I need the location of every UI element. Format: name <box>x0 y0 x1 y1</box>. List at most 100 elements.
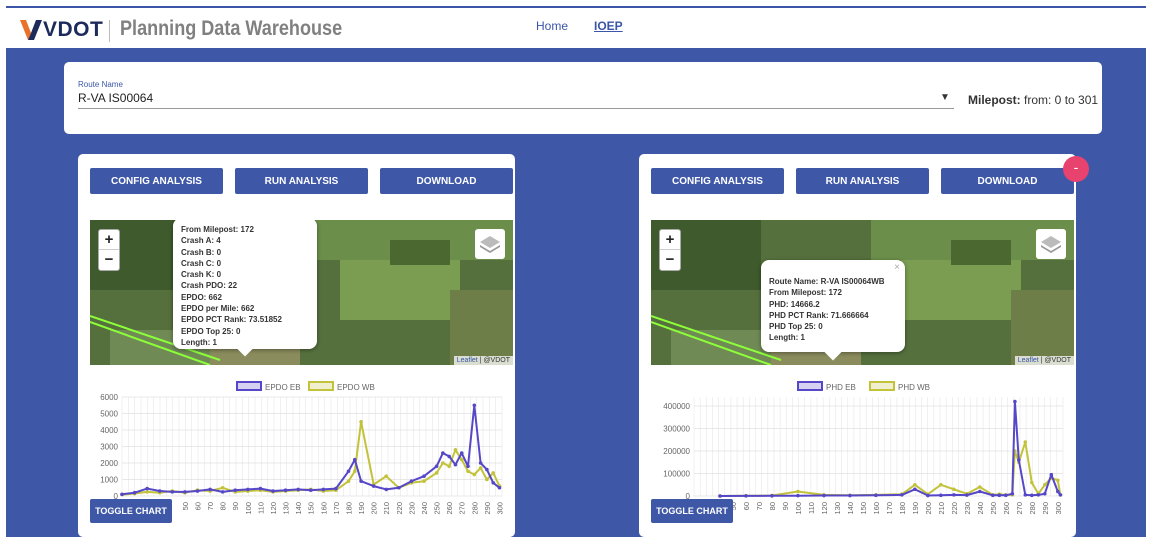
data-point <box>978 485 982 489</box>
popup-line: Length: 1 <box>769 333 805 343</box>
nav-ioep-link[interactable]: IOEP <box>594 19 623 33</box>
popup-line: EPDO Top 25: 0 <box>181 326 241 336</box>
zoom-out-button[interactable]: − <box>660 250 680 270</box>
y-tick-label: 1000 <box>100 476 118 485</box>
x-tick-label: 240 <box>976 502 985 515</box>
x-tick-label: 90 <box>781 502 790 510</box>
popup-line: EPDO: 662 <box>181 292 222 302</box>
data-point <box>997 493 1002 498</box>
data-point <box>1036 493 1041 497</box>
nav-home-link[interactable]: Home <box>536 19 568 33</box>
close-icon[interactable]: × <box>894 262 900 273</box>
leaflet-link[interactable]: Leaflet <box>1018 357 1039 364</box>
run-analysis-button[interactable]: RUN ANALYSIS <box>796 168 929 194</box>
map-attribution: Leaflet | @VDOT <box>453 356 513 365</box>
data-point <box>397 485 401 490</box>
data-point <box>447 454 451 459</box>
data-point <box>952 487 956 492</box>
x-tick-label: 120 <box>820 502 829 515</box>
leaflet-link[interactable]: Leaflet <box>457 357 478 364</box>
collapse-fab-button[interactable]: - <box>1063 156 1089 182</box>
map-attribution: Leaflet | @VDOT <box>1014 356 1074 365</box>
vdot-logo-icon <box>20 20 42 40</box>
popup-line: Crash PDO: 22 <box>181 281 238 291</box>
series-line <box>719 441 1062 497</box>
data-point <box>1030 493 1034 498</box>
map-view[interactable]: + − Leaflet | @VDOT From Milepost: 172 C… <box>90 220 513 365</box>
data-point <box>848 493 852 498</box>
analysis-panel-phd: CONFIG ANALYSIS RUN ANALYSIS DOWNLOAD + … <box>639 154 1076 537</box>
layers-button[interactable] <box>1036 229 1066 259</box>
data-point <box>271 489 275 493</box>
x-tick-label: 290 <box>483 502 492 515</box>
data-point <box>952 493 956 497</box>
x-tick-label: 120 <box>269 502 278 515</box>
popup-line: Route Name: R-VA IS00064WB <box>769 277 885 286</box>
x-tick-label: 50 <box>181 502 190 510</box>
popup-line: PHD: 14666.2 <box>769 299 820 309</box>
data-point <box>346 469 351 474</box>
x-tick-label: 300 <box>495 502 504 515</box>
x-tick-label: 200 <box>924 502 933 515</box>
attribution-text: | @VDOT <box>477 357 510 364</box>
x-tick-label: 180 <box>344 502 353 515</box>
layers-button[interactable] <box>475 229 505 259</box>
header-separator <box>109 20 110 42</box>
data-point <box>472 403 477 408</box>
route-name-select[interactable]: R-VA IS00064 <box>78 91 153 105</box>
x-tick-label: 190 <box>357 502 366 515</box>
data-point <box>874 493 878 498</box>
data-point <box>183 490 187 494</box>
y-tick-label: 200000 <box>663 447 690 456</box>
popup-spacer <box>769 266 897 276</box>
data-point <box>434 464 439 469</box>
run-analysis-button[interactable]: RUN ANALYSIS <box>235 168 368 194</box>
data-point <box>352 457 357 462</box>
x-tick-label: 110 <box>807 502 816 514</box>
route-name-label: Route Name <box>78 80 123 89</box>
series-line <box>719 400 1062 497</box>
data-point <box>170 490 175 494</box>
app-title: Planning Data Warehouse <box>120 17 343 40</box>
zoom-in-button[interactable]: + <box>99 230 119 250</box>
data-point <box>796 493 800 498</box>
x-tick-label: 130 <box>282 502 291 515</box>
data-point <box>991 493 995 498</box>
download-button[interactable]: DOWNLOAD <box>941 168 1074 194</box>
data-point <box>434 471 439 475</box>
download-button[interactable]: DOWNLOAD <box>380 168 513 194</box>
config-analysis-button[interactable]: CONFIG ANALYSIS <box>651 168 784 194</box>
x-tick-label: 240 <box>420 502 429 515</box>
toggle-chart-button[interactable]: TOGGLE CHART <box>90 499 172 523</box>
vdot-logo[interactable]: VDOT <box>20 18 103 42</box>
zoom-out-button[interactable]: − <box>99 250 119 270</box>
toggle-chart-button[interactable]: TOGGLE CHART <box>651 499 733 523</box>
x-tick-label: 190 <box>911 502 920 515</box>
data-point <box>1043 482 1047 487</box>
data-point <box>208 487 212 492</box>
legend-label: EPDO WB <box>337 383 375 392</box>
data-point <box>384 487 389 492</box>
data-point <box>308 488 313 493</box>
data-point <box>441 451 445 455</box>
layers-icon <box>1041 236 1061 253</box>
x-tick-label: 220 <box>395 502 404 515</box>
data-point <box>459 451 464 455</box>
popup-line: EPDO PCT Rank: 73.51852 <box>181 315 282 325</box>
config-analysis-button[interactable]: CONFIG ANALYSIS <box>90 168 223 194</box>
map-popup: From Milepost: 172 Crash A: 4 Crash B: 0… <box>173 220 317 357</box>
legend-swatch <box>236 381 262 391</box>
chevron-down-icon[interactable]: ▼ <box>940 92 950 103</box>
x-tick-label: 260 <box>445 502 454 515</box>
x-tick-label: 160 <box>872 502 881 515</box>
logo-text: VDOT <box>43 18 104 41</box>
data-point <box>744 494 748 498</box>
data-point <box>913 487 917 492</box>
data-point <box>453 462 458 467</box>
x-tick-label: 150 <box>307 502 316 515</box>
data-point <box>453 448 458 452</box>
data-point <box>120 492 124 497</box>
map-view[interactable]: + − Leaflet | @VDOT × Route Name: R-VA I… <box>651 220 1074 365</box>
zoom-in-button[interactable]: + <box>660 230 680 250</box>
data-point <box>233 488 238 493</box>
